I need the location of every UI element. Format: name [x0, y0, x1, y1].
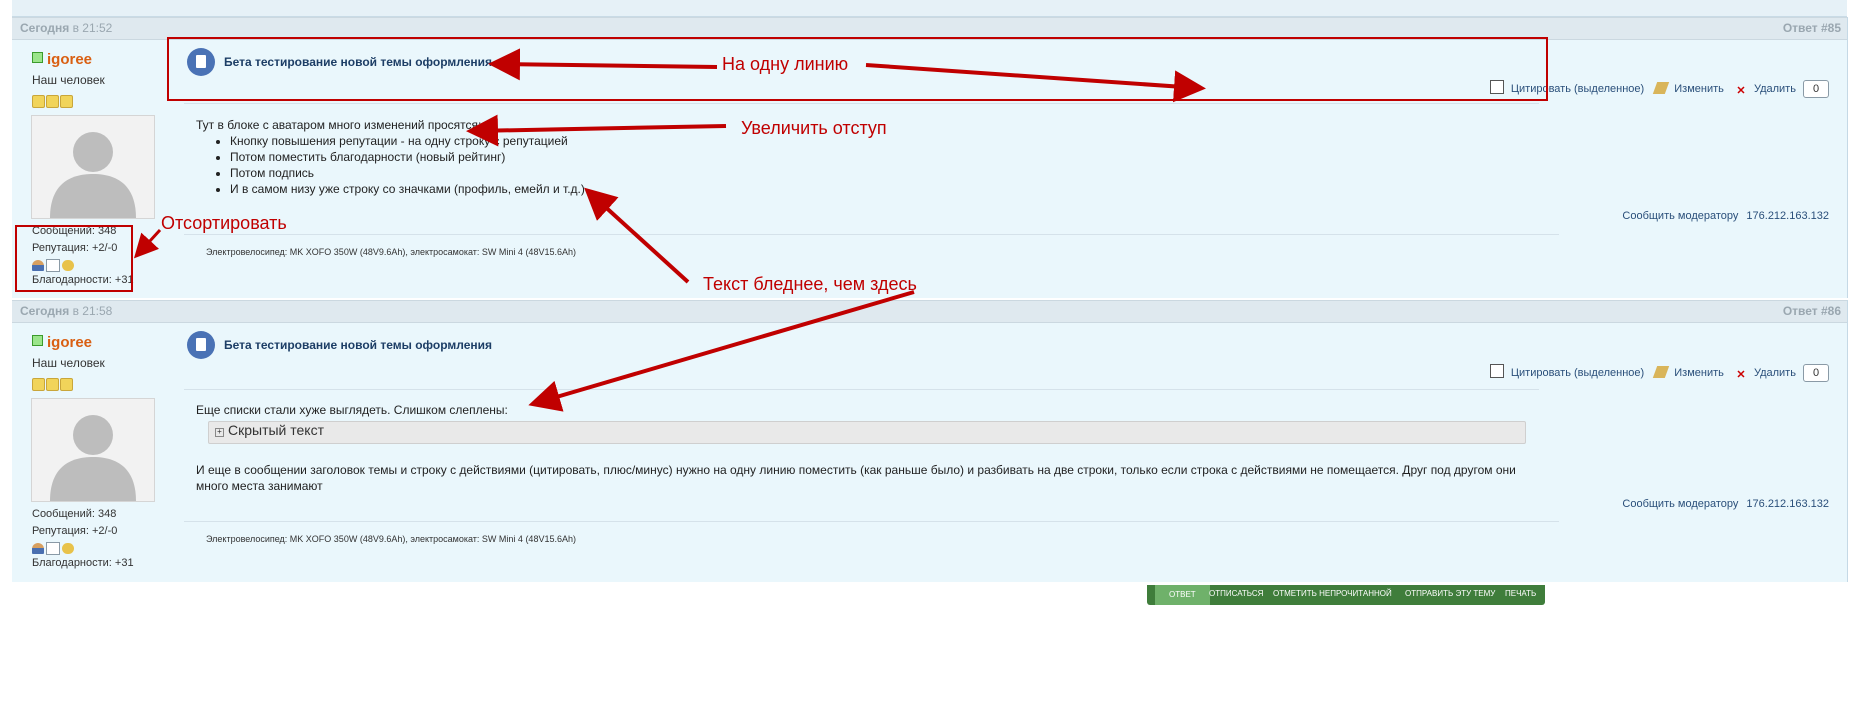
delete-button[interactable]: ✕ Удалить — [1731, 367, 1796, 381]
reputation: Репутация: +2/-0 — [32, 525, 118, 537]
edit-button[interactable]: Изменить — [1651, 82, 1724, 95]
reply-button[interactable]: ОТВЕТ — [1155, 585, 1210, 605]
annotation-increase-indent: Увеличить отступ — [741, 118, 887, 138]
signature-divider — [184, 234, 1559, 235]
spoiler-toggle[interactable]: + Скрытый текст — [208, 421, 1526, 444]
document-icon — [187, 331, 215, 359]
quote-button[interactable]: Цитировать (выделенное) — [1486, 364, 1644, 379]
report-row: Сообщить модератору 176.212.163.132 — [1622, 210, 1829, 222]
post-actions: Цитировать (выделенное) Изменить ✕ Удалит… — [1482, 364, 1829, 382]
divider — [184, 103, 1539, 104]
annotation-box-title-row — [167, 37, 1548, 101]
signature: Электровелосипед: MK XOFO 350W (48V9.6Ah… — [206, 534, 576, 544]
delete-icon: ✕ — [1736, 85, 1746, 97]
rank-pips — [32, 95, 105, 108]
email-icon[interactable] — [46, 541, 60, 555]
post-body-intro: Еще списки стали хуже выглядеть. Слишком… — [196, 403, 508, 417]
send-topic-button[interactable]: ОТПРАВИТЬ ЭТУ ТЕМУ — [1405, 589, 1495, 598]
annotation-sort: Отсортировать — [161, 213, 287, 233]
online-status-icon — [32, 52, 43, 63]
reply-number-link[interactable]: Ответ #86 — [1783, 304, 1841, 318]
report-moderator-link[interactable]: Сообщить модератору — [1622, 210, 1738, 222]
pencil-icon — [1653, 366, 1670, 378]
previous-post-strip — [12, 0, 1847, 17]
annotation-box-author-stats — [15, 225, 133, 292]
messages-count: Сообщений: 348 — [32, 508, 117, 520]
post-body: Тут в блоке с аватаром много изменений п… — [196, 117, 585, 197]
reputation-counter[interactable]: 0 — [1803, 80, 1829, 98]
signature: Электровелосипед: MK XOFO 350W (48V9.6Ah… — [206, 247, 576, 257]
annotation-one-line: На одну линию — [722, 54, 849, 74]
rank-pips — [32, 378, 105, 391]
list-item: Потом подпись — [230, 165, 585, 181]
thanks-count: Благодарности: +31 — [32, 557, 134, 569]
report-moderator-link[interactable]: Сообщить модератору — [1622, 498, 1738, 510]
post-date: Сегодня в 21:58 — [20, 304, 113, 318]
avatar[interactable] — [31, 398, 155, 502]
avatar[interactable] — [31, 115, 155, 219]
body-intro: Тут в блоке с аватаром много изменений п… — [196, 118, 482, 132]
author-stats: Сообщений: 348 Репутация: +2/-0 Благодар… — [32, 506, 134, 572]
annotation-text-paler: Текст бледнее, чем здесь — [703, 274, 917, 294]
expand-icon: + — [215, 428, 224, 437]
post-86: Сегодня в 21:58 Ответ #86 igoree Наш чел… — [12, 300, 1848, 582]
print-button[interactable]: ПЕЧАТЬ — [1505, 589, 1536, 598]
pencil-icon — [1653, 82, 1670, 94]
delete-icon: ✕ — [1736, 369, 1746, 381]
author-name-link[interactable]: igoree — [47, 334, 92, 351]
reply-number-link[interactable]: Ответ #85 — [1783, 21, 1841, 35]
pm-icon[interactable] — [62, 542, 74, 554]
online-status-icon — [32, 335, 43, 346]
author-info: igoree Наш человек — [32, 334, 105, 391]
body-list: Кнопку повышения репутации - на одну стр… — [196, 133, 585, 197]
delete-button[interactable]: ✕ Удалить — [1731, 83, 1796, 97]
ip-address-link[interactable]: 176.212.163.132 — [1746, 210, 1829, 222]
post-body-outro: И еще в сообщении заголовок темы и строк… — [196, 463, 1516, 493]
list-item: Кнопку повышения репутации - на одну стр… — [230, 133, 585, 149]
unsubscribe-button[interactable]: ОТПИСАТЬСЯ — [1209, 589, 1263, 598]
quote-icon — [1489, 364, 1504, 378]
divider — [184, 389, 1539, 390]
post-date: Сегодня в 21:52 — [20, 21, 113, 35]
ip-address-link[interactable]: 176.212.163.132 — [1746, 498, 1829, 510]
author-info: igoree Наш человек — [32, 51, 105, 108]
edit-button[interactable]: Изменить — [1651, 366, 1724, 379]
topic-title-link[interactable]: Бета тестирование новой темы оформления — [224, 338, 492, 352]
author-name-link[interactable]: igoree — [47, 51, 92, 68]
profile-icon[interactable] — [32, 542, 44, 554]
author-rank: Наш человек — [32, 73, 105, 87]
author-rank: Наш человек — [32, 356, 105, 370]
topic-action-bar: ОТВЕТ ОТПИСАТЬСЯ ОТМЕТИТЬ НЕПРОЧИТАННОЙ … — [1147, 585, 1545, 605]
report-row: Сообщить модератору 176.212.163.132 — [1622, 498, 1829, 510]
post-header: Сегодня в 21:58 Ответ #86 — [12, 300, 1847, 323]
signature-divider — [184, 521, 1559, 522]
reputation-counter[interactable]: 0 — [1803, 364, 1829, 382]
list-item: И в самом низу уже строку со значками (п… — [230, 181, 585, 197]
list-item: Потом поместить благодарности (новый рей… — [230, 149, 585, 165]
mark-unread-button[interactable]: ОТМЕТИТЬ НЕПРОЧИТАННОЙ — [1273, 589, 1392, 598]
